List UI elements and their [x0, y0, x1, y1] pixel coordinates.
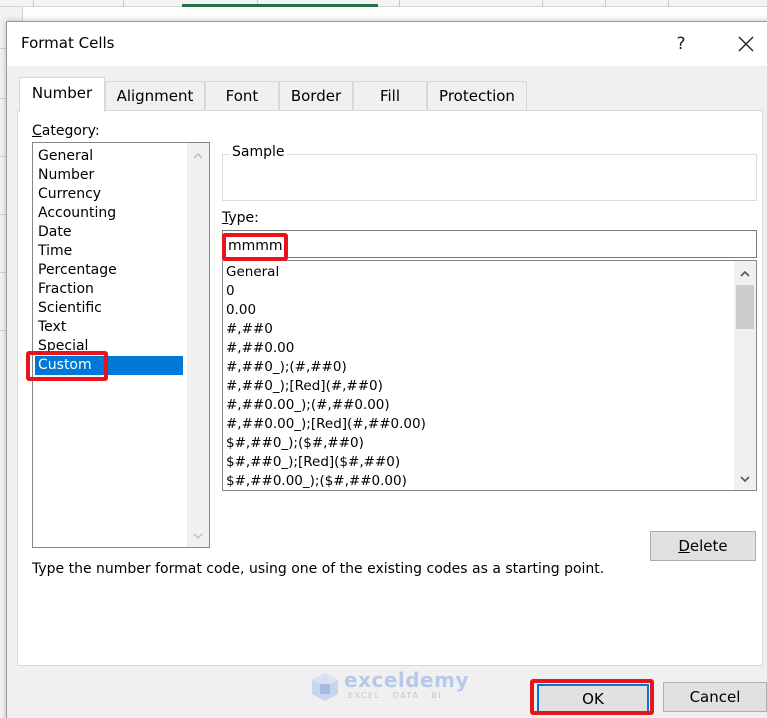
close-icon	[738, 36, 754, 52]
column-header	[0, 0, 34, 7]
dialog-title: Format Cells	[21, 34, 115, 52]
chevron-down-icon	[193, 533, 203, 540]
format-code-item[interactable]: #,##0.00	[226, 339, 294, 358]
chevron-up-icon	[193, 152, 203, 159]
category-label: Category:	[32, 123, 100, 139]
chevron-down-icon	[740, 476, 750, 483]
tab-fill[interactable]: Fill	[353, 81, 427, 111]
column-header-bar	[0, 0, 767, 7]
category-list[interactable]: General Number Currency Accounting Date …	[32, 142, 210, 548]
category-accel-key: C	[32, 123, 42, 139]
tab-alignment[interactable]: Alignment	[105, 81, 205, 111]
category-item-number[interactable]: Number	[35, 166, 183, 185]
category-item-time[interactable]: Time	[35, 242, 183, 261]
scroll-up-button[interactable]	[187, 145, 209, 165]
ok-button[interactable]: OK	[537, 684, 649, 714]
format-cells-dialog: Format Cells ? Number Alignment Font Bor…	[6, 21, 767, 718]
column-header	[400, 0, 543, 7]
column-header	[34, 0, 124, 7]
category-item-accounting[interactable]: Accounting	[35, 204, 183, 223]
format-code-item[interactable]: #,##0.00_);(#,##0.00)	[226, 396, 390, 415]
scroll-up-button[interactable]	[734, 263, 756, 283]
selected-column-indicator	[182, 4, 378, 7]
format-code-item[interactable]: $#,##0.00_);($#,##0.00)	[226, 472, 407, 490]
number-tab-panel: Category: General Number Currency Accoun…	[17, 110, 763, 666]
dialog-titlebar[interactable]: Format Cells ?	[7, 22, 767, 66]
sample-preview-box	[222, 154, 757, 201]
delete-accel-key: D	[678, 537, 690, 555]
category-item-text[interactable]: Text	[35, 318, 183, 337]
help-button[interactable]: ?	[667, 31, 695, 57]
category-item-special[interactable]: Special	[35, 337, 183, 356]
category-item-scientific[interactable]: Scientific	[35, 299, 183, 318]
tab-number[interactable]: Number	[19, 77, 105, 112]
format-code-item[interactable]: 0.00	[226, 301, 256, 320]
scroll-down-button[interactable]	[734, 468, 756, 488]
close-button[interactable]	[729, 29, 763, 59]
format-code-item[interactable]: $#,##0_);($#,##0)	[226, 434, 364, 453]
category-item-general[interactable]: General	[35, 147, 183, 166]
exceldemy-watermark: exceldemy EXCEL · DATA · BI	[311, 668, 469, 701]
scrollbar-thumb[interactable]	[736, 285, 754, 329]
watermark-tagline: EXCEL · DATA · BI	[348, 691, 443, 700]
category-scrollbar[interactable]	[187, 143, 209, 547]
delete-button[interactable]: Delete	[650, 531, 756, 561]
format-code-item[interactable]: #,##0	[226, 320, 273, 339]
category-item-percentage[interactable]: Percentage	[35, 261, 183, 280]
cancel-button[interactable]: Cancel	[663, 682, 767, 712]
format-code-item[interactable]: 0	[226, 282, 235, 301]
format-code-item[interactable]: #,##0_);(#,##0)	[226, 358, 347, 377]
format-code-item[interactable]: #,##0_);[Red](#,##0)	[226, 377, 383, 396]
column-header	[606, 0, 669, 7]
category-label-text: ategory:	[41, 123, 100, 139]
format-list-scrollbar[interactable]	[734, 261, 756, 490]
chevron-up-icon	[740, 270, 750, 277]
type-label-text: ype:	[228, 210, 259, 226]
format-code-item[interactable]: #,##0.00_);[Red](#,##0.00)	[226, 415, 426, 434]
hint-text: Type the number format code, using one o…	[32, 561, 605, 577]
scroll-down-button[interactable]	[187, 525, 209, 545]
tab-border[interactable]: Border	[279, 81, 353, 111]
tab-font[interactable]: Font	[205, 81, 279, 111]
type-format-input[interactable]	[222, 230, 757, 258]
format-code-list[interactable]: General 0 0.00 #,##0 #,##0.00 #,##0_);(#…	[222, 260, 757, 491]
exceldemy-logo-icon	[312, 673, 338, 701]
delete-label: elete	[689, 537, 728, 555]
category-item-custom[interactable]: Custom	[35, 356, 183, 375]
sample-label: Sample	[230, 144, 287, 160]
tab-protection[interactable]: Protection	[427, 81, 527, 111]
type-label: Type:	[222, 210, 259, 226]
column-header	[543, 0, 606, 7]
format-code-item[interactable]: $#,##0_);[Red]($#,##0)	[226, 453, 400, 472]
category-item-fraction[interactable]: Fraction	[35, 280, 183, 299]
watermark-brand: exceldemy	[344, 668, 469, 692]
category-item-currency[interactable]: Currency	[35, 185, 183, 204]
category-item-date[interactable]: Date	[35, 223, 183, 242]
format-code-item[interactable]: General	[226, 263, 279, 282]
